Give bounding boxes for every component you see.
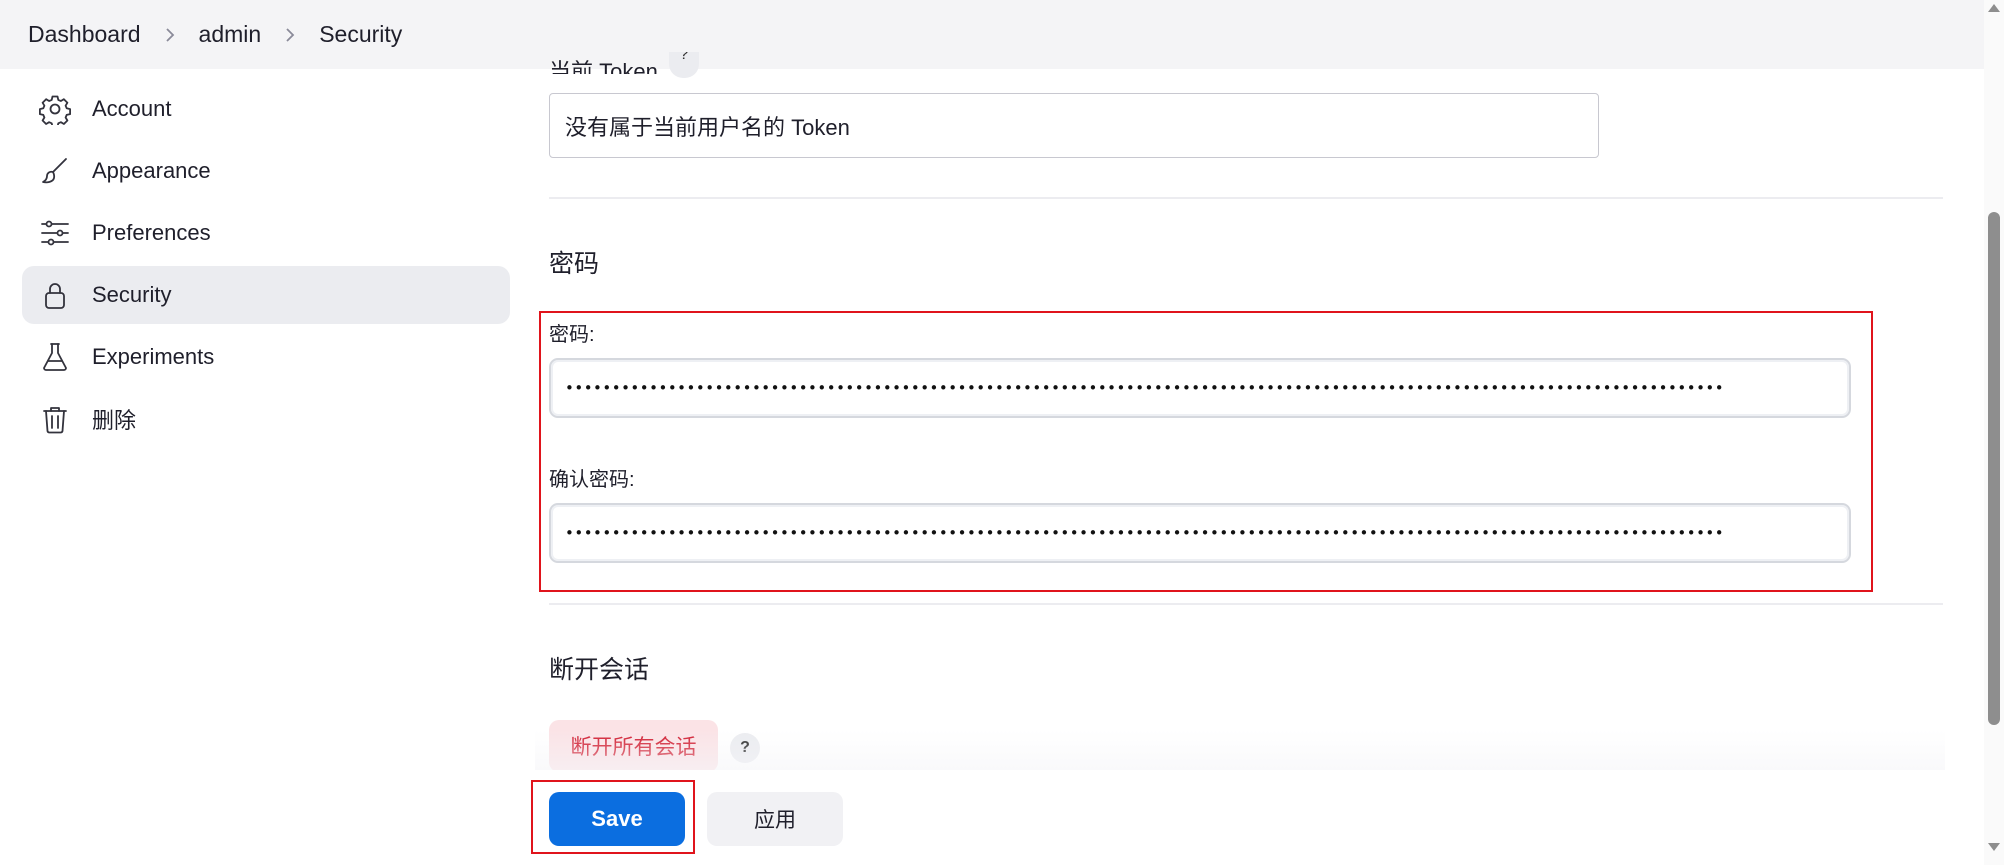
flask-icon bbox=[38, 340, 72, 374]
sidebar-item-label: Preferences bbox=[92, 220, 211, 245]
scroll-up-arrow-icon[interactable] bbox=[1988, 4, 2000, 12]
sidebar-item-label: Experiments bbox=[92, 344, 215, 369]
sidebar: Account Appearance Preferences Security … bbox=[22, 80, 510, 452]
scrollbar-thumb[interactable] bbox=[1988, 212, 2000, 725]
chevron-right-icon bbox=[163, 27, 177, 43]
sessions-section-title: 断开会话 bbox=[549, 656, 650, 684]
sidebar-item-preferences[interactable]: Preferences bbox=[22, 204, 510, 262]
password-section-title: 密码 bbox=[549, 250, 600, 278]
scrollbar[interactable] bbox=[1984, 0, 2004, 865]
sidebar-item-account[interactable]: Account bbox=[22, 80, 510, 138]
sidebar-item-label: 删除 bbox=[92, 408, 137, 433]
apply-button[interactable]: 应用 bbox=[707, 792, 843, 846]
gear-icon bbox=[38, 92, 72, 126]
breadcrumb-security[interactable]: Security bbox=[319, 21, 402, 48]
sidebar-item-security[interactable]: Security bbox=[22, 266, 510, 324]
sidebar-item-experiments[interactable]: Experiments bbox=[22, 328, 510, 386]
sidebar-item-label: Account bbox=[92, 96, 172, 121]
paintbrush-icon bbox=[38, 154, 72, 188]
password-highlight-box bbox=[539, 311, 1873, 592]
scroll-down-arrow-icon[interactable] bbox=[1988, 843, 2000, 851]
sidebar-item-delete[interactable]: 删除 bbox=[22, 390, 510, 448]
token-help-button[interactable]: ? bbox=[669, 52, 699, 78]
current-token-field: 没有属于当前用户名的 Token bbox=[549, 93, 1599, 158]
breadcrumb-admin[interactable]: admin bbox=[199, 21, 262, 48]
save-highlight-box bbox=[531, 780, 695, 854]
token-label: 当前 Token bbox=[549, 59, 658, 74]
sidebar-item-appearance[interactable]: Appearance bbox=[22, 142, 510, 200]
breadcrumb-dashboard[interactable]: Dashboard bbox=[28, 21, 141, 48]
divider bbox=[549, 197, 1943, 199]
sidebar-item-label: Appearance bbox=[92, 158, 211, 183]
sidebar-item-label: Security bbox=[92, 282, 172, 307]
bottom-bar-fade bbox=[535, 730, 1945, 770]
chevron-right-icon bbox=[283, 27, 297, 43]
trash-icon bbox=[38, 402, 72, 436]
lock-icon bbox=[38, 278, 72, 312]
sliders-icon bbox=[38, 216, 72, 250]
divider bbox=[549, 603, 1943, 605]
